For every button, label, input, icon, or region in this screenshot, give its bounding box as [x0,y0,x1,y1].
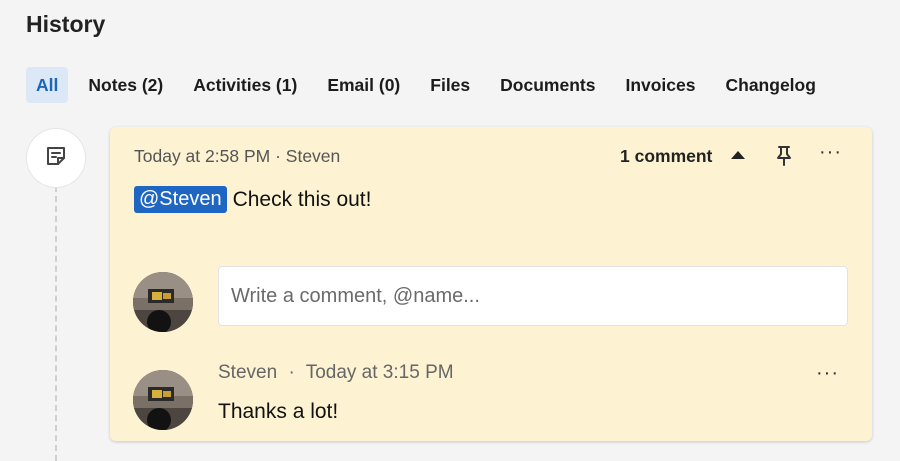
meta-separator: · [288,362,295,383]
history-tabs: All Notes (2) Activities (1) Email (0) F… [26,67,836,103]
mention-tag[interactable]: @Steven [134,186,227,213]
timeline-line [55,186,57,461]
note-body: @Steven Check this out! [134,186,371,213]
tab-email[interactable]: Email (0) [317,67,410,103]
tab-activities[interactable]: Activities (1) [183,67,307,103]
reply-author: Steven [218,362,278,383]
avatar [133,272,193,332]
tab-documents[interactable]: Documents [490,67,605,103]
comment-count-toggle[interactable]: 1 comment [620,146,712,167]
reply-text: Thanks a lot! [218,400,339,423]
tab-files[interactable]: Files [420,67,480,103]
note-more-icon[interactable]: ··· [819,142,842,162]
reply-meta: Steven · Today at 3:15 PM [218,362,454,384]
tab-invoices[interactable]: Invoices [615,67,705,103]
note-card: Today at 2:58 PM · Steven 1 comment ··· … [110,127,872,441]
comment-input[interactable] [218,266,848,326]
reply-more-icon[interactable]: ··· [816,363,839,383]
tab-changelog[interactable]: Changelog [716,67,826,103]
note-timestamp: Today at 2:58 PM [134,146,271,166]
collapse-caret-icon[interactable] [731,151,745,159]
page-title: History [26,11,106,37]
note-author: Steven [285,146,341,166]
reply-avatar [133,370,193,430]
pin-icon[interactable] [774,145,794,172]
tab-notes[interactable]: Notes (2) [78,67,173,103]
note-text: Check this out! [232,187,372,211]
note-meta: Today at 2:58 PM · Steven [134,146,340,167]
meta-separator: · [275,146,281,166]
reply-timestamp: Today at 3:15 PM [305,362,454,383]
note-icon [45,145,67,172]
timeline-marker [26,128,86,188]
tab-all[interactable]: All [26,67,69,103]
